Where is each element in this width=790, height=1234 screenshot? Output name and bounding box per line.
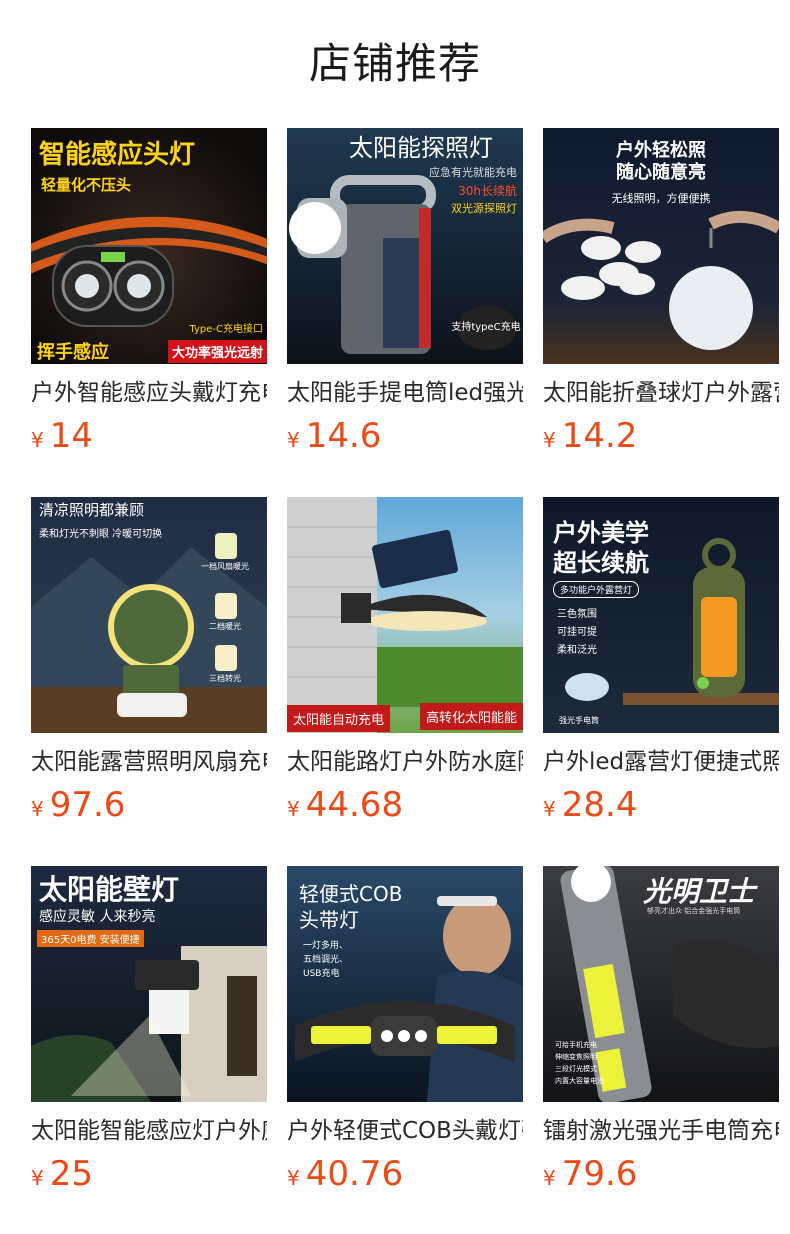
product-card[interactable]: 太阳能壁灯 感应灵敏 人来秒亮 365天0电费 安装便捷 太阳能智能感应灯户外庭… xyxy=(31,866,267,1206)
product-image[interactable]: 户外轻松照 随心随意亮 无线照明，方便便携 xyxy=(543,128,779,364)
image-note: 五档调光、 xyxy=(303,955,349,965)
product-price: ¥79.6 xyxy=(543,1152,637,1196)
price-value: 97.6 xyxy=(49,785,126,825)
image-badge: 太阳能自动充电 xyxy=(287,705,391,732)
product-title[interactable]: 户外轻便式COB头戴灯强光 xyxy=(287,1114,523,1150)
product-image[interactable]: 轻便式COB 头带灯 一灯多用、 五档调光、 USB充电 xyxy=(287,866,523,1102)
product-image[interactable]: 智能感应头灯 轻量化不压头 Type-C充电接口 挥手感应 大功率强光远射 xyxy=(31,128,267,364)
image-badge: 高转化太阳能能 xyxy=(419,703,523,730)
image-subtext: 30h长续航 xyxy=(458,184,517,198)
image-badge: 支持typeC充电 xyxy=(451,322,521,333)
image-subtext: 双光源探照灯 xyxy=(451,202,517,215)
product-price: ¥97.6 xyxy=(31,783,125,827)
currency-symbol: ¥ xyxy=(543,428,556,452)
image-note: 柔和泛光 xyxy=(557,645,597,656)
product-image[interactable]: 太阳能自动充电 高转化太阳能能 xyxy=(287,497,523,733)
currency-symbol: ¥ xyxy=(287,797,300,821)
product-card[interactable]: 清凉照明都兼顾 柔和灯光不刺眼 冷暖可切换 一档风扇暖光 二档暖光 三档转光 太… xyxy=(31,497,267,837)
image-tag: 多功能户外露营灯 xyxy=(553,581,640,598)
image-badge: 大功率强光远射 xyxy=(167,340,267,363)
image-note: 伸缩变焦照明 xyxy=(555,1053,597,1061)
product-card[interactable]: 户外美学 超长续航 多功能户外露营灯 三色氛围 可挂可提 柔和泛光 强光手电筒 … xyxy=(543,497,779,837)
product-price: ¥14.6 xyxy=(287,414,381,458)
image-subtext: 超长续航 xyxy=(553,549,649,577)
product-price: ¥25 xyxy=(31,1152,93,1196)
price-value: 79.6 xyxy=(561,1154,638,1194)
currency-symbol: ¥ xyxy=(31,428,44,452)
product-card[interactable]: 智能感应头灯 轻量化不压头 Type-C充电接口 挥手感应 大功率强光远射 户外… xyxy=(31,128,267,468)
product-title[interactable]: 太阳能折叠球灯户外露营 xyxy=(543,376,779,412)
image-subtext: 应急有光就能充电 xyxy=(429,166,517,179)
product-title[interactable]: 太阳能路灯户外防水庭院 xyxy=(287,745,523,781)
currency-symbol: ¥ xyxy=(543,1166,556,1190)
product-image[interactable]: 太阳能壁灯 感应灵敏 人来秒亮 365天0电费 安装便捷 xyxy=(31,866,267,1102)
price-value: 14.6 xyxy=(305,416,382,456)
image-subtext: 轻量化不压头 xyxy=(41,176,132,194)
image-subtext: 够亮才出众·铝合金强光手电筒 xyxy=(647,907,741,915)
image-headline: 轻便式COB xyxy=(299,882,403,906)
currency-symbol: ¥ xyxy=(31,797,44,821)
image-note: USB充电 xyxy=(303,969,340,979)
image-note: Type-C充电接口 xyxy=(189,324,263,335)
image-subtext: 头带灯 xyxy=(299,908,359,932)
price-value: 40.76 xyxy=(305,1154,404,1194)
image-note: 可挂可提 xyxy=(557,627,597,638)
image-headline: 光明卫士 xyxy=(643,875,756,908)
price-value: 14.2 xyxy=(561,416,638,456)
image-subtext: 随心随意亮 xyxy=(616,162,706,183)
product-image[interactable]: 太阳能探照灯 应急有光就能充电 30h长续航 双光源探照灯 支持typeC充电 xyxy=(287,128,523,364)
product-card[interactable]: 光明卫士 够亮才出众·铝合金强光手电筒 可给手机充电 伸缩变焦照明 三段灯光模式… xyxy=(543,866,779,1206)
price-value: 14 xyxy=(49,416,93,456)
image-note: 一档风扇暖光 xyxy=(201,562,249,571)
image-headline: 太阳能壁灯 xyxy=(39,873,180,906)
currency-symbol: ¥ xyxy=(31,1166,44,1190)
product-price: ¥28.4 xyxy=(543,783,637,827)
product-image[interactable]: 光明卫士 够亮才出众·铝合金强光手电筒 可给手机充电 伸缩变焦照明 三段灯光模式… xyxy=(543,866,779,1102)
image-tag: 365天0电费 安装便捷 xyxy=(37,930,144,947)
image-note: 二档暖光 xyxy=(209,622,241,631)
image-note: 三色氛围 xyxy=(557,609,597,620)
currency-symbol: ¥ xyxy=(543,797,556,821)
image-note: 无线照明，方便便携 xyxy=(611,192,711,205)
image-note: 内置大容量电池 xyxy=(555,1077,604,1085)
image-note: 可给手机充电 xyxy=(555,1041,597,1049)
currency-symbol: ¥ xyxy=(287,428,300,452)
product-card[interactable]: 太阳能探照灯 应急有光就能充电 30h长续航 双光源探照灯 支持typeC充电 … xyxy=(287,128,523,468)
price-value: 44.68 xyxy=(305,785,404,825)
image-note: 三档转光 xyxy=(209,674,241,683)
currency-symbol: ¥ xyxy=(287,1166,300,1190)
product-price: ¥44.68 xyxy=(287,783,403,827)
image-subtext: 感应灵敏 人来秒亮 xyxy=(39,909,156,925)
price-value: 28.4 xyxy=(561,785,638,825)
image-headline: 清凉照明都兼顾 xyxy=(39,501,145,519)
product-card[interactable]: 太阳能自动充电 高转化太阳能能 太阳能路灯户外防水庭院 ¥44.68 xyxy=(287,497,523,837)
page-title: 店铺推荐 xyxy=(308,39,481,88)
product-title[interactable]: 户外智能感应头戴灯充电 xyxy=(31,376,267,412)
product-title[interactable]: 太阳能手提电筒led强光 xyxy=(287,376,523,412)
image-note: 三段灯光模式 xyxy=(555,1065,597,1073)
image-headline: 智能感应头灯 xyxy=(39,140,196,170)
product-price: ¥40.76 xyxy=(287,1152,403,1196)
product-card[interactable]: 户外轻松照 随心随意亮 无线照明，方便便携 太阳能折叠球灯户外露营 ¥14.2 xyxy=(543,128,779,468)
image-subtext: 柔和灯光不刺眼 冷暖可切换 xyxy=(39,529,163,540)
product-title[interactable]: 镭射激光强光手电筒充电 xyxy=(543,1114,779,1150)
product-image[interactable]: 户外美学 超长续航 多功能户外露营灯 三色氛围 可挂可提 柔和泛光 强光手电筒 xyxy=(543,497,779,733)
product-card[interactable]: 轻便式COB 头带灯 一灯多用、 五档调光、 USB充电 户外轻便式COB头戴灯… xyxy=(287,866,523,1206)
product-title[interactable]: 户外led露营灯便捷式照明 xyxy=(543,745,779,781)
image-badge: 挥手感应 xyxy=(37,342,109,363)
image-headline: 太阳能探照灯 xyxy=(349,134,493,162)
product-image[interactable]: 清凉照明都兼顾 柔和灯光不刺眼 冷暖可切换 一档风扇暖光 二档暖光 三档转光 xyxy=(31,497,267,733)
product-title[interactable]: 太阳能露营照明风扇充电 xyxy=(31,745,267,781)
price-value: 25 xyxy=(49,1154,93,1194)
image-note: 强光手电筒 xyxy=(559,716,599,725)
product-price: ¥14.2 xyxy=(543,414,637,458)
image-note: 一灯多用、 xyxy=(303,941,349,951)
product-title[interactable]: 太阳能智能感应灯户外庭院 xyxy=(31,1114,267,1150)
product-price: ¥14 xyxy=(31,414,93,458)
